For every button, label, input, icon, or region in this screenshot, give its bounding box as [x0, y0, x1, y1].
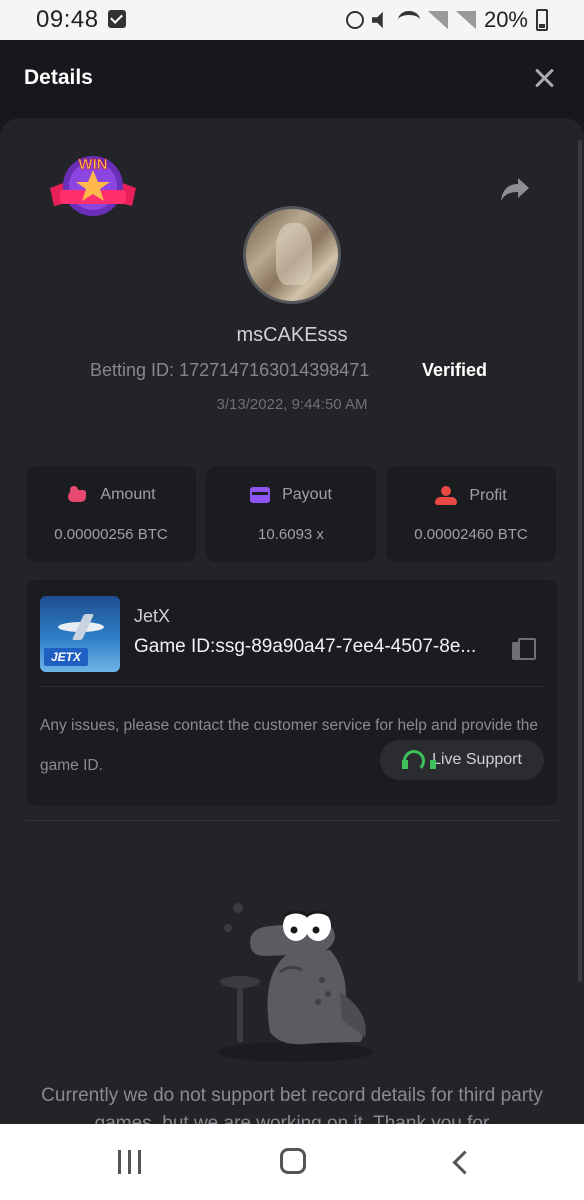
page-title: Details [24, 66, 93, 89]
plane-icon [58, 622, 104, 632]
details-header: Details [0, 40, 584, 118]
stat-label: Amount [100, 486, 156, 503]
game-thumb-label: JETX [44, 648, 88, 666]
signal-icon [427, 11, 448, 29]
scrollbar[interactable] [578, 140, 582, 982]
battery-icon [536, 9, 548, 31]
live-support-label: Live Support [432, 751, 522, 768]
status-icons: 20% [345, 6, 548, 34]
section-divider [26, 820, 558, 821]
system-nav-bar [0, 1124, 584, 1200]
game-id-value: ssg-89a90a47-7ee4-4507-8e... [215, 636, 477, 657]
svg-text:WIN: WIN [78, 156, 107, 173]
back-button[interactable] [450, 1148, 472, 1176]
alarm-icon [345, 11, 364, 29]
game-card: JETX JetX Game ID:ssg-89a90a47-7ee4-4507… [26, 580, 558, 806]
game-id-label: Game ID: [134, 636, 216, 657]
divider [40, 686, 544, 687]
profit-icon [435, 486, 458, 506]
game-id: Game ID:ssg-89a90a47-7ee4-4507-8e... [134, 636, 506, 658]
wifi-icon [397, 11, 420, 29]
recent-apps-button[interactable] [118, 1150, 142, 1174]
username: msCAKEsss [236, 324, 348, 346]
signal-icon [455, 11, 476, 29]
status-bar: 09:48 20% [0, 0, 584, 40]
check-icon [108, 10, 126, 28]
stat-label: Profit [469, 487, 507, 504]
game-name: JetX [134, 606, 171, 626]
details-sheet[interactable]: WIN msCAKEsss Betting ID: 17271471630143… [0, 118, 584, 1124]
avatar[interactable] [243, 206, 341, 304]
headset-icon [402, 750, 437, 772]
close-icon[interactable] [532, 66, 556, 90]
stat-value: 10.6093 x [258, 526, 324, 543]
stat-amount: Amount 0.00000256 BTC [26, 466, 196, 562]
home-button[interactable] [280, 1148, 306, 1174]
stat-value: 0.00000256 BTC [54, 526, 168, 543]
share-icon[interactable] [500, 176, 530, 202]
crocodile-mascot-icon [217, 903, 373, 1062]
betting-id-value: 1727147163014398471 [179, 360, 370, 380]
stat-payout: Payout 10.6093 x [206, 466, 376, 562]
payout-icon [250, 487, 271, 503]
win-badge-icon: WIN [50, 156, 136, 216]
live-support-button[interactable]: Live Support [380, 740, 544, 780]
stat-profit: Profit 0.00002460 BTC [386, 466, 556, 562]
game-thumbnail[interactable]: JETX [40, 596, 120, 672]
betting-id-label: Betting ID: [90, 360, 175, 380]
status-time: 09:48 [36, 6, 99, 33]
betting-id: Betting ID: 1727147163014398471 [90, 360, 369, 381]
stat-label: Payout [282, 486, 332, 503]
stat-value: 0.00002460 BTC [414, 526, 528, 543]
third-party-message: Currently we do not support bet record d… [41, 1085, 543, 1124]
mute-icon [371, 11, 383, 29]
verified-badge: Verified [422, 360, 488, 380]
copy-icon[interactable] [512, 638, 536, 660]
bet-date: 3/13/2022, 9:44:50 AM [216, 396, 368, 413]
amount-icon [66, 486, 88, 504]
battery-percent: 20% [483, 7, 528, 32]
